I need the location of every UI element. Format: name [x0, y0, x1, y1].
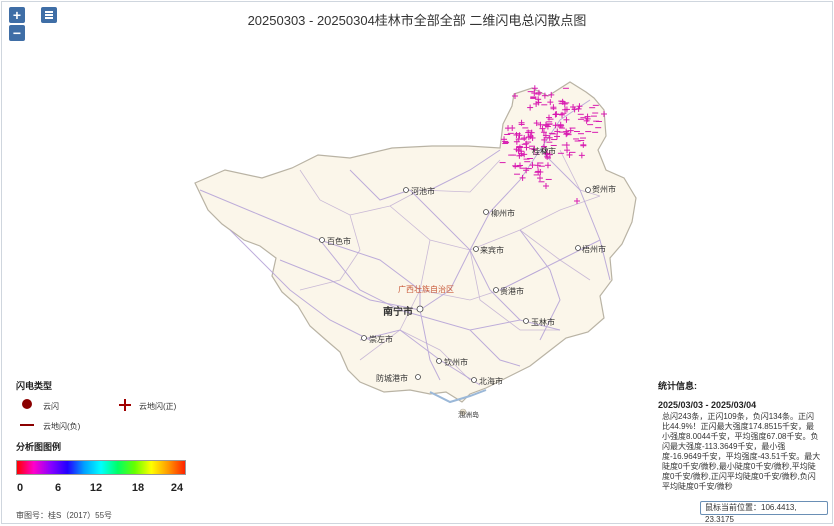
guangxi-outline [194, 81, 637, 403]
scale-tick: 6 [54, 482, 62, 494]
scale-tick: 12 [89, 482, 103, 494]
island-label: 涠洲岛 [458, 412, 479, 419]
legend-positive-label: 云地闪(正) [139, 402, 177, 411]
stats-date-range: 2025/03/03 - 2025/03/04 [658, 400, 757, 410]
positive-cg-icon [119, 399, 131, 411]
city-guigang: 贵港市 [500, 287, 524, 296]
city-chongzuo: 崇左市 [369, 335, 393, 344]
scale-tick: 0 [16, 482, 24, 494]
legend-negative-label: 云地闪(负) [43, 422, 81, 431]
city-hechi: 河池市 [411, 187, 435, 196]
city-baise: 百色市 [327, 237, 351, 246]
region-label: 广西壮族自治区 [398, 285, 454, 294]
mouse-coordinate-readout: 鼠标当前位置：106.4413, 23.3175 [700, 501, 828, 524]
city-wuzhou: 梧州市 [582, 245, 606, 254]
city-guilin: 桂林市 [532, 147, 556, 156]
city-laibin: 来宾市 [480, 246, 504, 255]
city-nanning: 南宁市 [383, 307, 413, 318]
city-yulin: 玉林市 [531, 318, 555, 327]
cloud-flash-icon [22, 399, 32, 409]
stats-body: 总闪243条，正闪109条，负闪134条。正闪比44.9%！正闪最大强度174.… [662, 412, 821, 491]
scale-tick: 24 [170, 482, 184, 494]
map-approval-number: 审图号：桂S（2017）55号 [16, 511, 113, 520]
stats-title: 统计信息: [658, 381, 697, 391]
city-qinzhou: 钦州市 [444, 358, 468, 367]
city-liuzhou: 柳州市 [491, 209, 515, 218]
city-hezhou: 贺州市 [592, 185, 616, 194]
analysis-legend-title: 分析图图例 [16, 442, 62, 452]
legend-title: 闪电类型 [16, 381, 53, 391]
city-fangchenggang: 防城港市 [376, 374, 408, 383]
color-scale-bar [16, 460, 186, 475]
legend-symbols [20, 399, 34, 426]
scale-tick: 18 [131, 482, 145, 494]
legend-cloud-label: 云闪 [43, 402, 59, 411]
city-beihai: 北海市 [479, 377, 503, 386]
